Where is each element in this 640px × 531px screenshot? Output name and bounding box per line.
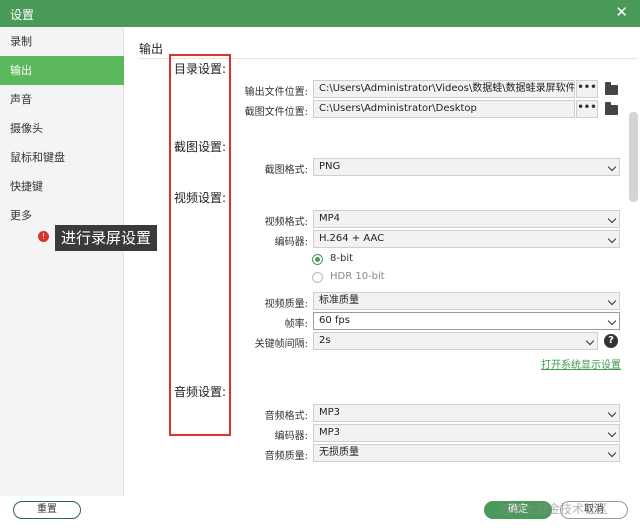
title-bar: 设置 ✕ [0,0,640,27]
video-quality-label: 视频质量: [264,299,308,310]
scrollbar-thumb[interactable] [629,112,638,202]
screenshot-folder-icon[interactable] [605,102,618,115]
sidebar-item-output[interactable]: 输出 [0,56,124,85]
help-icon[interactable]: ? [604,334,618,348]
sidebar: 录制 输出 声音 摄像头 鼠标和键盘 快捷键 更多 [0,27,124,531]
audio-quality-label: 音频质量: [264,451,308,462]
screenshot-format-label: 截图格式: [264,165,308,176]
chevron-down-icon [607,408,617,418]
section-directory: 目录设置: [174,62,227,76]
keyframe-label: 关键帧间隔: [254,339,308,350]
watermark: @稀土掘金技术社区 [500,502,609,516]
page-title: 输出 [139,42,164,56]
audio-encoder-select[interactable]: MP3 [313,424,620,442]
audio-format-label: 音频格式: [264,411,308,422]
settings-panel: 输出 目录设置: 截图设置: 视频设置: 音频设置: 输出文件位置: C:\Us… [125,27,640,496]
keyframe-select[interactable]: 2s [313,332,598,350]
fps-value: 60 fps [319,315,350,326]
output-path-label: 输出文件位置: [244,87,308,98]
video-encoder-label: 编码器: [274,237,308,248]
radio-hdr10bit-label: HDR 10-bit [330,271,385,282]
chevron-down-icon [607,316,617,326]
output-path-field[interactable]: C:\Users\Administrator\Videos\数据蛙\数据蛙录屏软… [313,80,575,98]
radio-8bit-label: 8-bit [330,253,354,264]
fps-select[interactable]: 60 fps [313,312,620,330]
screenshot-format-value: PNG [319,161,341,172]
video-quality-select[interactable]: 标准质量 [313,292,620,310]
chevron-down-icon [607,214,617,224]
chevron-down-icon [607,234,617,244]
section-audio: 音频设置: [174,385,227,399]
video-quality-value: 标准质量 [319,295,359,306]
screenshot-browse-button[interactable]: ••• [576,100,598,118]
close-icon[interactable]: ✕ [615,3,628,21]
reset-button[interactable]: 重置 [13,501,81,519]
radio-8bit[interactable] [312,254,323,265]
video-format-label: 视频格式: [264,217,308,228]
chevron-down-icon [607,448,617,458]
audio-format-value: MP3 [319,407,341,418]
audio-encoder-label: 编码器: [274,431,308,442]
keyframe-value: 2s [319,335,331,346]
sidebar-item-camera[interactable]: 摄像头 [0,114,124,143]
sidebar-item-hotkeys[interactable]: 快捷键 [0,172,124,201]
video-encoder-select[interactable]: H.264 + AAC [313,230,620,248]
screenshot-format-select[interactable]: PNG [313,158,620,176]
sidebar-item-record[interactable]: 录制 [0,27,124,56]
screenshot-path-label: 截图文件位置: [244,107,308,118]
chevron-down-icon [585,336,595,346]
annotation-badge: ! [38,231,49,242]
sidebar-item-sound[interactable]: 声音 [0,85,124,114]
output-browse-button[interactable]: ••• [576,80,598,98]
sidebar-item-mouse-keyboard[interactable]: 鼠标和键盘 [0,143,124,172]
radio-hdr10bit[interactable] [312,272,323,283]
video-format-value: MP4 [319,213,341,224]
chevron-down-icon [607,428,617,438]
section-screenshot: 截图设置: [174,140,227,154]
audio-format-select[interactable]: MP3 [313,404,620,422]
screenshot-path-field[interactable]: C:\Users\Administrator\Desktop [313,100,575,118]
video-format-select[interactable]: MP4 [313,210,620,228]
chevron-down-icon [607,162,617,172]
video-encoder-value: H.264 + AAC [319,233,385,244]
audio-encoder-value: MP3 [319,427,341,438]
output-folder-icon[interactable] [605,82,618,95]
section-video: 视频设置: [174,191,227,205]
audio-quality-value: 无损质量 [319,447,359,458]
audio-quality-select[interactable]: 无损质量 [313,444,620,462]
fps-label: 帧率: [284,319,308,330]
chevron-down-icon [607,296,617,306]
window-title: 设置 [10,8,35,22]
system-display-settings-link[interactable]: 打开系统显示设置 [541,356,621,371]
